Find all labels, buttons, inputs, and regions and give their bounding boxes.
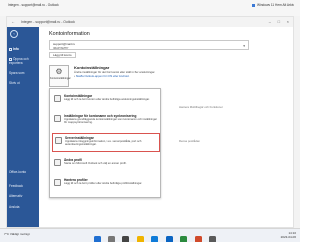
nav-item-open-export[interactable]: Öppna och exportera <box>9 57 37 65</box>
taskbar-apps <box>92 231 218 242</box>
top-status-bar: Integen - support@mail.ru - Outlook Wind… <box>0 0 300 16</box>
menu-item-server-settings[interactable]: Serverinställningar Uppdatera inloggning… <box>52 133 160 152</box>
manage-profiles-icon <box>54 179 61 186</box>
nav-item-info[interactable]: Info <box>9 47 37 51</box>
outlook-window: ← Integen - support@mail.ru - Outlook – … <box>6 16 294 228</box>
chevron-down-icon: ▾ <box>243 44 245 48</box>
clock-date: 2023-04-06 <box>280 235 296 239</box>
nav-item-options[interactable]: Alternativ <box>9 194 37 198</box>
nav-item-exit[interactable]: Avsluta <box>9 205 37 209</box>
home-icon <box>9 47 12 51</box>
change-profile-icon <box>54 159 61 166</box>
minimize-icon[interactable]: – <box>269 19 271 24</box>
status-title: Integen - support@mail.ru - Outlook <box>8 3 59 7</box>
nav-item-print[interactable]: Skriv ut <box>9 81 37 85</box>
menu-item-name-sync[interactable]: Inställningar för kontonamn och synkroni… <box>52 112 160 131</box>
account-settings-icon <box>54 95 61 102</box>
close-icon[interactable]: × <box>287 19 289 24</box>
status-right: Windows 11 Hem Alt Arkiv <box>252 3 294 7</box>
outlook-icon[interactable] <box>165 236 173 242</box>
edge-icon[interactable] <box>151 236 159 242</box>
menu-item-account-settings[interactable]: Kontoinställningar Lägg till och ta bort… <box>52 92 160 109</box>
add-account-button[interactable]: Lägg till konto <box>49 52 76 58</box>
menu-item-manage-profiles[interactable]: Hantera profiler Lägg till och ta bort p… <box>52 176 160 193</box>
nav-item-save-as[interactable]: Spara som <box>9 71 37 75</box>
page-title: Kontoinformation <box>49 31 90 37</box>
status-right-text: Windows 11 Hem Alt Arkiv <box>257 3 294 7</box>
start-icon[interactable] <box>93 236 101 242</box>
nav-back-button[interactable]: ‹ <box>10 30 18 38</box>
side-text-2: Rensa postlådan <box>179 139 200 143</box>
back-arrow-icon[interactable]: ← <box>11 19 15 24</box>
menu-item-change-profile[interactable]: Ändra profil Starta om Microsoft Outlook… <box>52 156 160 173</box>
desktop-frame: Integen - support@mail.ru - Outlook Wind… <box>0 0 300 242</box>
backstage-nav: ‹ Info Öppna och exportera Spara som Skr… <box>7 27 39 227</box>
account-type: IMAP/SMTP <box>53 46 69 50</box>
window-title: Integen - support@mail.ru - Outlook <box>21 20 75 24</box>
account-selector[interactable]: support@mail.ru IMAP/SMTP ▾ <box>49 40 249 50</box>
settings-icon: ⚙ <box>55 67 63 76</box>
system-tray[interactable]: 14:10 2023-04-06 <box>281 231 296 239</box>
sync-settings-icon <box>54 115 61 122</box>
file-explorer-icon[interactable] <box>136 236 144 242</box>
side-text-1: Hantera Mobilbegär och Funktioner <box>179 105 223 109</box>
nav-item-feedback[interactable]: Feedback <box>9 184 37 188</box>
office-icon[interactable] <box>194 236 202 242</box>
maximize-icon[interactable]: □ <box>278 19 280 24</box>
weather-widget[interactable]: 7°C Väldigt molnigt <box>4 232 30 236</box>
account-settings-tile[interactable]: ⚙ Kontoinställningar <box>49 65 71 87</box>
server-settings-icon <box>55 137 62 144</box>
windows-icon <box>252 3 256 7</box>
outlook-app-link[interactable]: • Skaffa Outlook-appen för iOS eller And… <box>74 74 129 78</box>
account-settings-dropdown: Kontoinställningar Lägg till och ta bort… <box>49 88 161 198</box>
settings-app-icon[interactable] <box>209 236 217 242</box>
store-icon[interactable] <box>180 236 188 242</box>
task-view-icon[interactable] <box>122 236 130 242</box>
search-icon[interactable] <box>107 236 115 242</box>
window-titlebar: ← Integen - support@mail.ru - Outlook – … <box>7 17 293 27</box>
taskbar: 7°C Väldigt molnigt 14:10 2023-04-06 <box>0 228 300 242</box>
main-content: Kontoinformation support@mail.ru IMAP/SM… <box>39 27 293 227</box>
nav-item-office-account[interactable]: Office-konto <box>9 170 37 174</box>
